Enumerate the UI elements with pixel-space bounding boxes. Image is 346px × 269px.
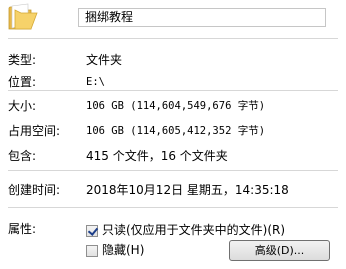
- disk-size-row: 占用空间: 106 GB (114,605,412,352 字节): [8, 122, 338, 140]
- readonly-label: 只读(仅应用于文件夹中的文件)(R): [102, 223, 286, 237]
- contains-value: 415 个文件，16 个文件夹: [86, 149, 228, 163]
- disk-size-label: 占用空间:: [8, 124, 61, 138]
- created-value: 2018年10月12日 星期五，14:35:18: [86, 183, 289, 197]
- folder-name-input[interactable]: 捆绑教程: [78, 8, 326, 27]
- location-value: E:\: [86, 76, 105, 88]
- attributes-label: 属性:: [8, 222, 37, 236]
- size-label: 大小:: [8, 99, 37, 113]
- folder-icon: [8, 3, 38, 30]
- hidden-checkbox[interactable]: [86, 244, 98, 257]
- separator: [8, 170, 338, 171]
- advanced-button[interactable]: 高级(D)...: [229, 240, 330, 261]
- separator: [8, 90, 338, 91]
- created-label: 创建时间:: [8, 183, 61, 197]
- readonly-checkbox[interactable]: [86, 224, 98, 237]
- location-label: 位置:: [8, 75, 37, 89]
- hidden-checkbox-row[interactable]: 隐藏(H): [86, 242, 144, 258]
- disk-size-value: 106 GB (114,605,412,352 字节): [86, 125, 266, 137]
- contains-row: 包含: 415 个文件，16 个文件夹: [8, 147, 338, 165]
- readonly-checkbox-row[interactable]: 只读(仅应用于文件夹中的文件)(R): [86, 222, 285, 238]
- separator: [8, 38, 338, 39]
- size-value: 106 GB (114,604,549,676 字节): [86, 100, 266, 112]
- hidden-label: 隐藏(H): [102, 243, 145, 257]
- type-label: 类型:: [8, 53, 37, 67]
- type-row: 类型: 文件夹: [8, 51, 338, 69]
- type-value: 文件夹: [86, 53, 123, 67]
- contains-label: 包含:: [8, 149, 37, 163]
- separator: [8, 207, 338, 208]
- size-row: 大小: 106 GB (114,604,549,676 字节): [8, 97, 338, 115]
- created-row: 创建时间: 2018年10月12日 星期五，14:35:18: [8, 181, 338, 199]
- location-row: 位置: E:\: [8, 73, 338, 91]
